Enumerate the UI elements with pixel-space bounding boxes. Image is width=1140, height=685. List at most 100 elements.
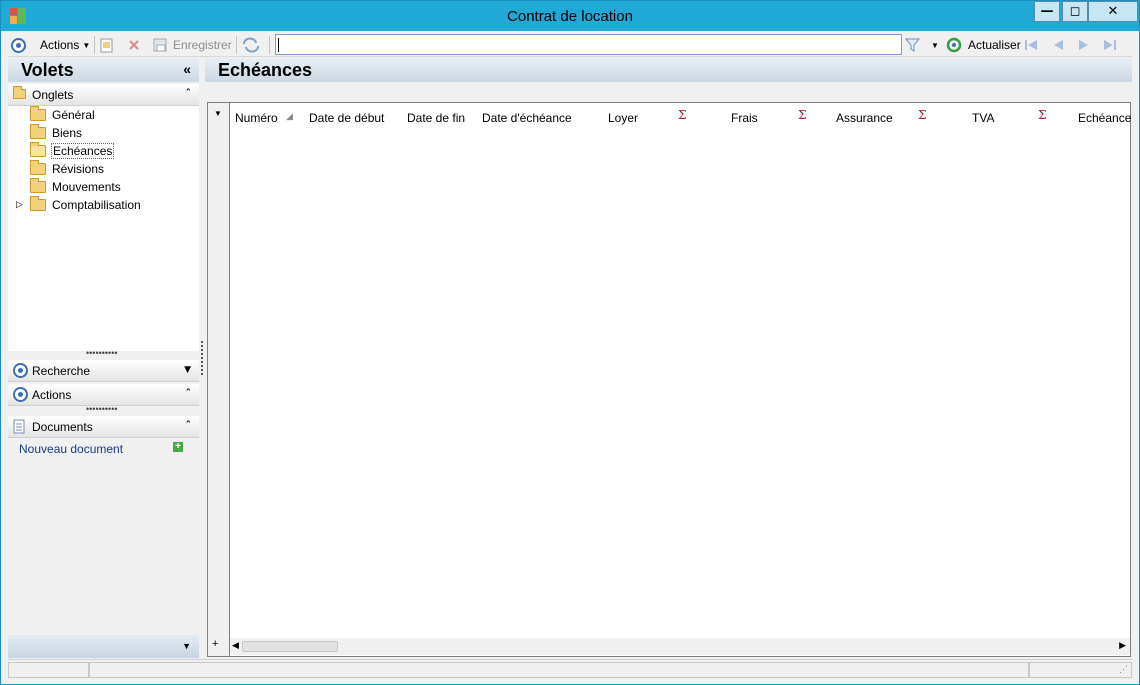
sum-icon[interactable]: Σ xyxy=(678,108,686,122)
status-bar: ⋰ xyxy=(8,659,1132,679)
document-icon xyxy=(13,419,25,434)
sync-icon xyxy=(243,37,259,53)
column-header-loyer[interactable]: Loyer xyxy=(608,111,638,125)
chevron-down-icon: ▼ xyxy=(82,40,91,50)
window-title: Contrat de location xyxy=(507,8,633,25)
sum-icon[interactable]: Σ xyxy=(1038,108,1046,122)
volets-panel: Volets « Onglets ˆ Général Biens Echéanc… xyxy=(8,58,199,658)
first-record-button[interactable] xyxy=(1023,35,1039,55)
recherche-section-header[interactable]: Recherche ▼ xyxy=(8,360,199,382)
minimize-button[interactable]: — xyxy=(1034,1,1060,22)
tree-item-general[interactable]: Général xyxy=(8,106,199,124)
tree-item-mouvements[interactable]: Mouvements xyxy=(8,178,199,196)
tree-item-biens[interactable]: Biens xyxy=(8,124,199,142)
tree-item-label: Biens xyxy=(52,126,83,140)
folder-icon xyxy=(30,178,46,193)
main-content: Echéances ▼ + Numéro ◢ Date de début Dat… xyxy=(205,58,1132,658)
documents-body: Nouveau document + xyxy=(8,438,199,633)
tree-item-label: Général xyxy=(52,108,95,122)
collapse-section-icon[interactable]: ˆ xyxy=(186,387,192,400)
column-header-echeance[interactable]: Echéance xyxy=(1078,111,1131,125)
tree-item-revisions[interactable]: Révisions xyxy=(8,160,199,178)
save-label: Enregistrer xyxy=(173,38,232,52)
filter-dropdown-icon[interactable]: ▼ xyxy=(931,35,939,55)
new-document-link[interactable]: Nouveau document xyxy=(19,442,123,456)
actions-label: Actions xyxy=(40,38,80,52)
folder-icon xyxy=(30,106,46,121)
tree-item-label: Révisions xyxy=(52,162,105,176)
actions-section-header[interactable]: Actions ˆ xyxy=(8,384,199,406)
splitter-grip[interactable]: •••••••••• xyxy=(86,404,118,414)
resize-grip-icon[interactable]: ⋰ xyxy=(1119,664,1128,675)
tree-item-label: Mouvements xyxy=(52,180,121,194)
sort-icon: ◢ xyxy=(286,111,293,121)
search-input[interactable] xyxy=(275,34,902,55)
onglets-tree: Général Biens Echéances Révisions Mouvem… xyxy=(8,106,199,351)
previous-record-button[interactable] xyxy=(1050,35,1066,55)
next-icon xyxy=(1079,40,1088,50)
column-header-date-echeance[interactable]: Date d'échéance xyxy=(482,111,572,125)
column-header-date-debut[interactable]: Date de début xyxy=(309,111,384,125)
first-icon xyxy=(1025,40,1037,50)
column-header-numero[interactable]: Numéro xyxy=(235,111,278,125)
sum-icon[interactable]: Σ xyxy=(798,108,806,122)
save-button[interactable]: Enregistrer xyxy=(153,35,232,55)
folder-icon xyxy=(13,86,26,99)
volets-header: Volets « xyxy=(8,58,199,82)
collapse-section-icon[interactable]: ˆ xyxy=(186,419,192,432)
scrollbar-thumb[interactable] xyxy=(242,641,338,652)
add-row-icon[interactable]: + xyxy=(212,638,218,650)
new-button[interactable] xyxy=(100,35,114,55)
tree-item-echeances[interactable]: Echéances xyxy=(8,142,199,160)
column-header-assurance[interactable]: Assurance xyxy=(836,111,893,125)
tree-item-comptabilisation[interactable]: ▷ Comptabilisation xyxy=(8,196,199,214)
actions-section-label: Actions xyxy=(32,388,72,402)
documents-section-header[interactable]: Documents ˆ xyxy=(8,416,199,438)
page-title: Echéances xyxy=(218,60,313,80)
close-button[interactable]: ✕ xyxy=(1088,1,1138,22)
toolbar: Actions ▼ Enregistrer ▼ Actualiser xyxy=(8,32,1132,57)
vertical-splitter[interactable] xyxy=(201,341,203,375)
delete-button[interactable] xyxy=(127,35,141,55)
collapse-panel-icon[interactable]: « xyxy=(183,61,191,77)
column-header-date-fin[interactable]: Date de fin xyxy=(407,111,465,125)
scroll-left-icon[interactable]: ◀ xyxy=(232,640,239,651)
horizontal-scrollbar[interactable]: ◀ ▶ xyxy=(230,638,1130,655)
filter-button[interactable] xyxy=(905,35,921,55)
splitter-grip[interactable]: •••••••••• xyxy=(86,348,118,358)
last-record-button[interactable] xyxy=(1102,35,1118,55)
recherche-label: Recherche xyxy=(32,364,91,378)
save-icon xyxy=(153,38,167,52)
toolbar-separator xyxy=(94,36,95,54)
folder-icon xyxy=(30,196,46,211)
refresh-icon xyxy=(946,37,962,53)
tree-item-label: Echéances xyxy=(51,143,115,159)
title-bar[interactable]: Contrat de location — ◻ ✕ xyxy=(1,1,1139,31)
maximize-button[interactable]: ◻ xyxy=(1062,1,1088,22)
add-document-icon[interactable]: + xyxy=(173,442,183,452)
scroll-right-icon[interactable]: ▶ xyxy=(1119,640,1126,651)
folder-icon xyxy=(30,124,46,139)
ring-icon xyxy=(11,37,26,53)
status-cell xyxy=(1029,662,1132,678)
echeances-grid[interactable]: ▼ + Numéro ◢ Date de début Date de fin D… xyxy=(207,102,1131,657)
sum-icon[interactable]: Σ xyxy=(918,108,926,122)
expand-icon[interactable]: ▷ xyxy=(16,199,23,210)
toolbar-separator xyxy=(269,36,270,54)
new-document-icon xyxy=(100,38,113,53)
refresh-button[interactable]: Actualiser xyxy=(946,35,1021,55)
next-record-button[interactable] xyxy=(1076,35,1092,55)
status-cell xyxy=(89,662,1029,678)
documents-label: Documents xyxy=(32,420,93,434)
column-header-tva[interactable]: TVA xyxy=(972,111,994,125)
expand-section-icon[interactable]: ▼ xyxy=(184,365,191,375)
collapse-section-icon[interactable]: ˆ xyxy=(186,87,192,100)
open-folder-icon xyxy=(30,142,46,157)
chevron-down-icon[interactable]: ▼ xyxy=(182,641,191,651)
column-header-frais[interactable]: Frais xyxy=(731,111,758,125)
column-chooser-icon[interactable]: ▼ xyxy=(214,109,222,118)
actions-menu-button[interactable]: Actions ▼ xyxy=(11,35,90,55)
main-header: Echéances xyxy=(205,58,1132,82)
onglets-section-header[interactable]: Onglets ˆ xyxy=(8,84,199,106)
sync-button[interactable] xyxy=(242,35,260,55)
